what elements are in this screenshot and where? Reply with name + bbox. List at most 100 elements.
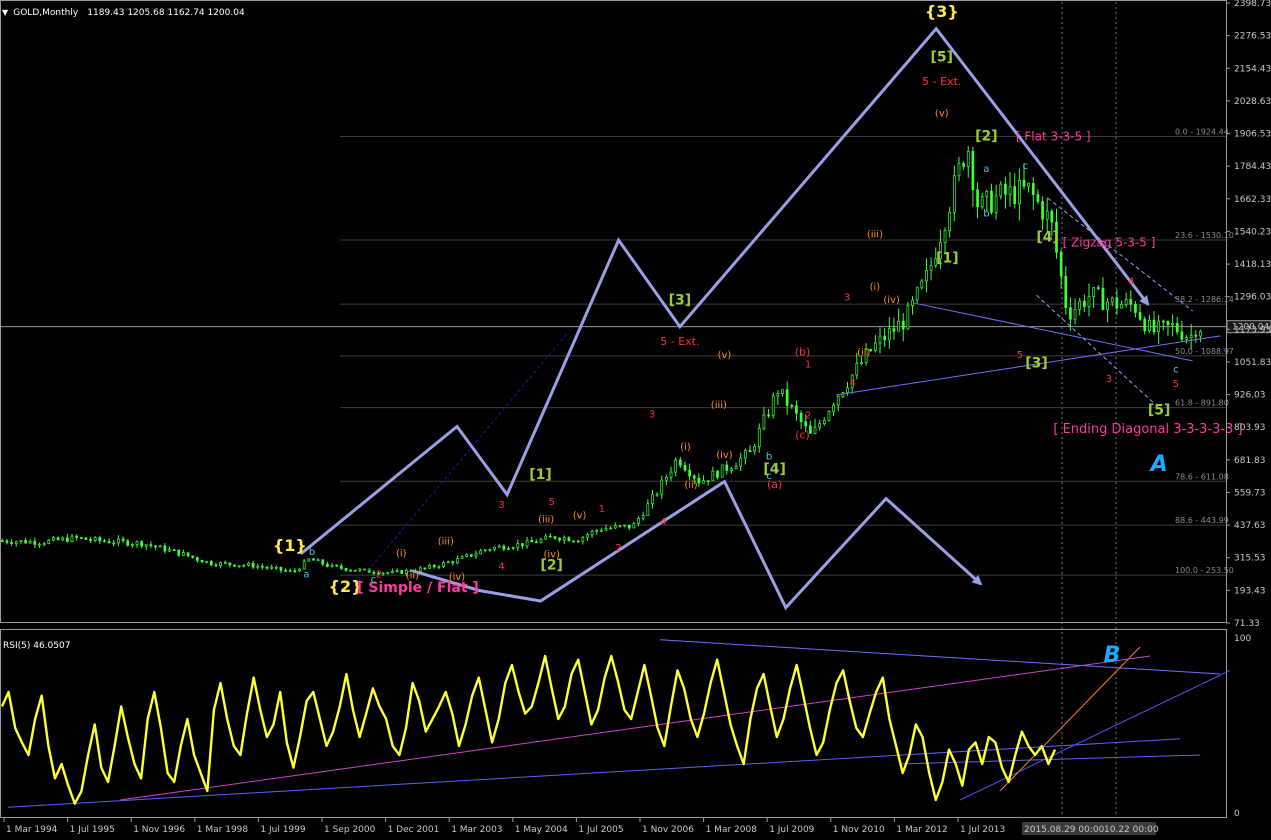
candle-body (739, 457, 743, 467)
wave-label: b (766, 451, 772, 462)
candle-body (507, 548, 510, 550)
candle-body (1166, 320, 1170, 326)
candle-body (521, 543, 524, 547)
candle-body (539, 538, 543, 543)
candle-body (470, 554, 473, 557)
candle-body (65, 537, 69, 542)
grid (1061, 2, 1117, 818)
wave-label: (i) (396, 548, 407, 559)
x-tick-label: 1 Nov 1996 (133, 825, 185, 835)
candle-body (339, 565, 343, 569)
candle-body (609, 527, 613, 530)
candle-body (474, 553, 478, 557)
candle-body (349, 569, 352, 572)
candle-body (52, 537, 55, 541)
wave-label: c (1023, 161, 1029, 172)
wave-label: 1 (805, 359, 811, 370)
wave-label: 2 (376, 569, 382, 580)
candle-body (428, 565, 431, 569)
wave-label: 4 (1128, 277, 1134, 288)
candle-body (990, 190, 993, 213)
wave-label: [ Ending Diagonal 3-3-3-3-3 ] (1053, 422, 1242, 437)
wave-label: 5 (1173, 379, 1179, 390)
candle-body (209, 561, 213, 566)
candle-body (952, 175, 956, 213)
candle-body (706, 480, 710, 483)
candle-body (1152, 320, 1156, 333)
candle-body (493, 546, 496, 550)
candle-body (163, 545, 167, 552)
candle-body (1175, 323, 1179, 333)
candle-body (149, 544, 153, 547)
candle-body (437, 566, 441, 568)
candle-body (655, 493, 659, 496)
candle-body (748, 450, 752, 453)
candle-body (702, 480, 705, 484)
candle-body (613, 525, 617, 529)
candle-body (623, 524, 626, 527)
wave-label: [1] (529, 467, 552, 483)
fib-label: 38.2 - 1286.14 (1175, 295, 1234, 304)
candle-body (1110, 297, 1114, 303)
candle-body (75, 535, 78, 538)
candle-body (562, 537, 566, 541)
wave-label: (iv) (449, 572, 466, 583)
rsi-trend-line (999, 646, 1141, 792)
candle-body (312, 558, 315, 561)
candle-body (948, 211, 952, 231)
candle-body (237, 565, 241, 567)
wave-label: 5 - Ext. (660, 335, 699, 348)
wave-label: a (303, 569, 309, 580)
candle-body (548, 535, 552, 538)
candle-body (418, 567, 422, 572)
y-tick-label: 2028.63 (1234, 97, 1271, 107)
candle-body (906, 305, 910, 330)
wave-label: 4 (498, 562, 504, 573)
wave-label: 3 (649, 409, 655, 420)
candle-body (483, 549, 487, 552)
candle-body (200, 559, 204, 563)
x-tick-label: 1 Nov 2010 (833, 825, 885, 835)
candle-body (423, 567, 427, 570)
chart-canvas[interactable]: 0.0 - 1924.44 23.6 - 1530.10 38.2 - 1286.1… (0, 0, 1271, 840)
y-tick-label: 1540.23 (1234, 227, 1271, 237)
fib-label: 0.0 - 1924.44 (1175, 128, 1229, 137)
candle-body (985, 190, 989, 197)
candle-body (544, 535, 548, 540)
fib-label: 50.0 - 1088.97 (1175, 347, 1234, 356)
fib-label: 78.6 - 611.08 (1175, 472, 1229, 481)
candle-body (725, 464, 729, 471)
candle-body (298, 568, 301, 572)
candle-body (1050, 210, 1054, 223)
candle-body (1138, 312, 1142, 320)
candle-body (632, 522, 636, 529)
candle-body (432, 565, 436, 568)
wave-label: 5 (549, 497, 555, 508)
x-tick-label: 1 Dec 2001 (388, 825, 440, 835)
y-tick-label: 926.03 (1234, 391, 1266, 401)
candle-body (214, 564, 218, 567)
candle-body (776, 393, 780, 397)
candle-body (135, 541, 139, 545)
candle-body (911, 299, 914, 306)
candle-body (358, 568, 362, 571)
candle-body (228, 562, 232, 566)
wave-label: (b) (795, 346, 811, 359)
y-tick-label: 71.33 (1234, 619, 1260, 629)
y-tick-label: 1784.43 (1234, 162, 1271, 172)
candle-body (618, 525, 622, 528)
candle-body (883, 335, 887, 341)
wave-label: (ii) (857, 348, 870, 359)
candle-body (460, 556, 464, 559)
candle-body (915, 287, 919, 301)
candle-body (678, 459, 682, 466)
candle-body (288, 570, 292, 572)
candle-body (516, 543, 520, 548)
candle-body (1101, 288, 1105, 311)
candle-body (1045, 210, 1049, 220)
candle-body (627, 524, 631, 529)
candle-body (576, 540, 580, 543)
candle-body (38, 543, 41, 546)
candle-body (33, 540, 37, 545)
x-tick-label: 1 May 2004 (515, 825, 568, 835)
